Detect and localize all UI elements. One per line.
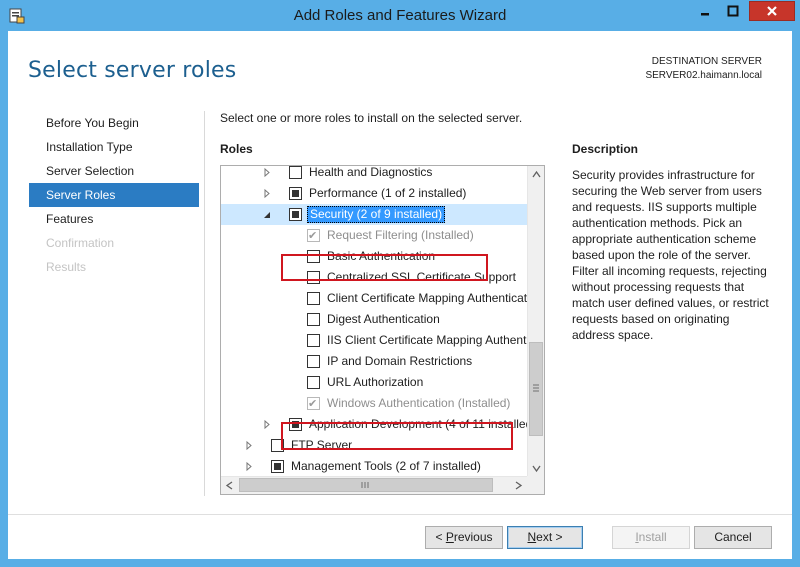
next-button-mnemonic: N	[527, 530, 537, 544]
expand-arrow-icon[interactable]	[261, 166, 273, 183]
roles-tree-viewport: Health and Diagnostics Performance (1 of…	[221, 166, 527, 476]
role-label: Windows Authentication (Installed)	[327, 396, 511, 410]
roles-heading: Roles	[220, 142, 253, 156]
install-button: Install	[612, 526, 690, 549]
role-label: Request Filtering (Installed)	[327, 228, 474, 242]
wizard-steps-nav: Before You Begin Installation Type Serve…	[29, 111, 199, 279]
next-button-label: ext >	[536, 530, 563, 544]
horizontal-scrollbar[interactable]	[221, 476, 527, 494]
scroll-right-arrow-icon[interactable]	[510, 477, 527, 494]
nav-item-installation-type[interactable]: Installation Type	[29, 135, 199, 159]
grip-icon	[361, 482, 369, 488]
previous-button-mnemonic: P	[445, 530, 454, 544]
role-label: IP and Domain Restrictions	[327, 354, 473, 368]
role-label: Digest Authentication	[327, 312, 440, 326]
page-title: Select server roles	[28, 58, 237, 83]
expand-arrow-icon[interactable]	[243, 435, 255, 456]
maximize-button[interactable]	[720, 1, 746, 21]
tree-row[interactable]: Health and Diagnostics	[221, 166, 527, 183]
role-checkbox[interactable]	[307, 313, 320, 326]
installed-checkbox	[307, 394, 320, 415]
previous-button[interactable]: < Previous	[425, 526, 503, 549]
previous-button-prefix: <	[435, 530, 446, 544]
horizontal-scroll-thumb[interactable]	[239, 478, 493, 492]
nav-item-server-selection[interactable]: Server Selection	[29, 159, 199, 183]
expand-arrow-icon[interactable]	[243, 456, 255, 476]
tree-row[interactable]: Digest Authentication	[221, 309, 527, 330]
role-label: Health and Diagnostics	[309, 166, 433, 179]
roles-intro-text: Select one or more roles to install on t…	[220, 111, 523, 125]
role-checkbox[interactable]	[289, 166, 302, 179]
role-label: Security (2 of 9 installed)	[307, 206, 446, 223]
tree-row[interactable]: Client Certificate Mapping Authenticatio…	[221, 288, 527, 309]
minimize-button[interactable]	[692, 1, 718, 21]
role-checkbox[interactable]	[307, 355, 320, 368]
expand-arrow-icon[interactable]	[261, 183, 273, 204]
footer-divider	[8, 514, 792, 515]
role-label: IIS Client Certificate Mapping Authentic…	[327, 333, 527, 347]
scroll-left-arrow-icon[interactable]	[221, 477, 238, 494]
tree-row[interactable]: Request Filtering (Installed)	[221, 225, 527, 247]
window-title: Add Roles and Features Wizard	[293, 7, 507, 24]
scroll-down-arrow-icon[interactable]	[528, 460, 544, 477]
wizard-client-area: Select server roles DESTINATION SERVER S…	[8, 31, 792, 559]
next-button[interactable]: Next >	[507, 526, 583, 549]
scroll-up-arrow-icon[interactable]	[528, 166, 544, 183]
destination-server-label: DESTINATION SERVER	[651, 56, 762, 67]
cancel-button[interactable]: Cancel	[694, 526, 772, 549]
nav-item-features[interactable]: Features	[29, 207, 199, 231]
role-label: Management Tools (2 of 7 installed)	[291, 459, 481, 473]
highlight-box-windows-authentication	[281, 422, 513, 450]
nav-item-server-roles[interactable]: Server Roles	[29, 183, 199, 207]
role-checkbox[interactable]	[307, 376, 320, 389]
tree-row[interactable]: Management Tools (2 of 7 installed)	[221, 456, 527, 476]
tree-row[interactable]: IP and Domain Restrictions	[221, 351, 527, 372]
expand-arrow-icon[interactable]	[261, 414, 273, 435]
minimize-icon	[701, 13, 709, 16]
grip-icon	[533, 384, 539, 392]
vertical-scroll-thumb[interactable]	[529, 342, 543, 436]
role-checkbox[interactable]	[307, 292, 320, 305]
role-checkbox[interactable]	[289, 208, 302, 221]
previous-button-label: revious	[453, 530, 493, 544]
nav-item-confirmation: Confirmation	[46, 236, 115, 250]
roles-tree[interactable]: Health and Diagnostics Performance (1 of…	[220, 165, 545, 495]
description-text: Security provides infrastructure for sec…	[572, 168, 769, 342]
tree-row-selected[interactable]: Security (2 of 9 installed)	[221, 204, 527, 225]
highlight-box-request-filtering	[281, 254, 488, 281]
role-checkbox[interactable]	[271, 460, 284, 473]
collapse-arrow-icon[interactable]	[261, 204, 273, 225]
installed-checkbox	[307, 226, 320, 247]
close-button[interactable]	[749, 1, 795, 21]
tree-row[interactable]: IIS Client Certificate Mapping Authentic…	[221, 330, 527, 351]
tree-row[interactable]: Performance (1 of 2 installed)	[221, 183, 527, 204]
tree-row[interactable]: Windows Authentication (Installed)	[221, 393, 527, 415]
destination-server-name: SERVER02.haimann.local	[645, 70, 762, 81]
role-checkbox[interactable]	[307, 334, 320, 347]
nav-item-results: Results	[46, 260, 87, 274]
window-titlebar: Add Roles and Features Wizard	[0, 0, 800, 32]
install-button-label: nstall	[638, 530, 667, 544]
nav-item-before-you-begin[interactable]: Before You Begin	[29, 111, 199, 135]
role-label: Client Certificate Mapping Authenticatio…	[327, 291, 527, 305]
description-heading: Description	[572, 142, 639, 156]
nav-divider	[204, 111, 205, 496]
tree-row[interactable]: URL Authorization	[221, 372, 527, 393]
maximize-icon	[727, 5, 739, 17]
role-label: URL Authorization	[327, 375, 424, 389]
close-icon	[767, 6, 777, 16]
scrollbar-corner	[527, 476, 544, 494]
vertical-scrollbar[interactable]	[527, 166, 544, 477]
role-checkbox[interactable]	[289, 187, 302, 200]
role-label: Performance (1 of 2 installed)	[309, 186, 467, 200]
